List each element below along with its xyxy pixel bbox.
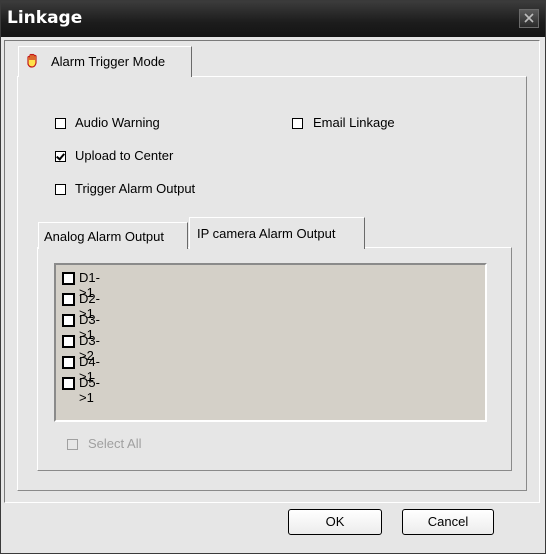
list-item-checkbox[interactable] <box>62 272 75 285</box>
list-item-label: D5->1 <box>79 375 100 405</box>
select-all-label: Select All <box>88 436 142 451</box>
upload-to-center-checkbox[interactable] <box>55 151 66 162</box>
dialog-title: Linkage <box>7 8 83 28</box>
tab-label: IP camera Alarm Output <box>197 226 336 241</box>
close-button[interactable] <box>519 9 539 28</box>
tab-analog-alarm-output[interactable]: Analog Alarm Output <box>38 222 188 249</box>
cancel-button[interactable]: Cancel <box>402 509 494 535</box>
list-item-checkbox[interactable] <box>62 377 75 390</box>
list-item-checkbox[interactable] <box>62 314 75 327</box>
hand-icon <box>27 53 37 68</box>
list-item-checkbox[interactable] <box>62 293 75 306</box>
trigger-alarm-output-label: Trigger Alarm Output <box>75 181 196 196</box>
list-item-checkbox[interactable] <box>62 356 75 369</box>
upload-to-center-label: Upload to Center <box>75 148 174 163</box>
audio-warning-checkbox[interactable] <box>55 118 66 129</box>
close-icon <box>524 13 534 23</box>
select-all-checkbox[interactable] <box>67 439 78 450</box>
list-item-checkbox[interactable] <box>62 335 75 348</box>
email-linkage-label: Email Linkage <box>313 115 395 130</box>
email-linkage-checkbox[interactable] <box>292 118 303 129</box>
tab-ip-camera-alarm-output[interactable]: IP camera Alarm Output <box>189 217 365 249</box>
tab-alarm-trigger-mode[interactable]: Alarm Trigger Mode <box>18 46 192 77</box>
tab-label: Analog Alarm Output <box>44 229 164 244</box>
title-bar: Linkage <box>1 1 545 37</box>
audio-warning-label: Audio Warning <box>75 115 160 130</box>
ok-button[interactable]: OK <box>288 509 382 535</box>
tab-label: Alarm Trigger Mode <box>51 54 166 69</box>
trigger-alarm-output-checkbox[interactable] <box>55 184 66 195</box>
camera-output-list[interactable]: D1->1 D2->1 D3->1 D3->2 D4->1 D5->1 <box>54 263 487 422</box>
